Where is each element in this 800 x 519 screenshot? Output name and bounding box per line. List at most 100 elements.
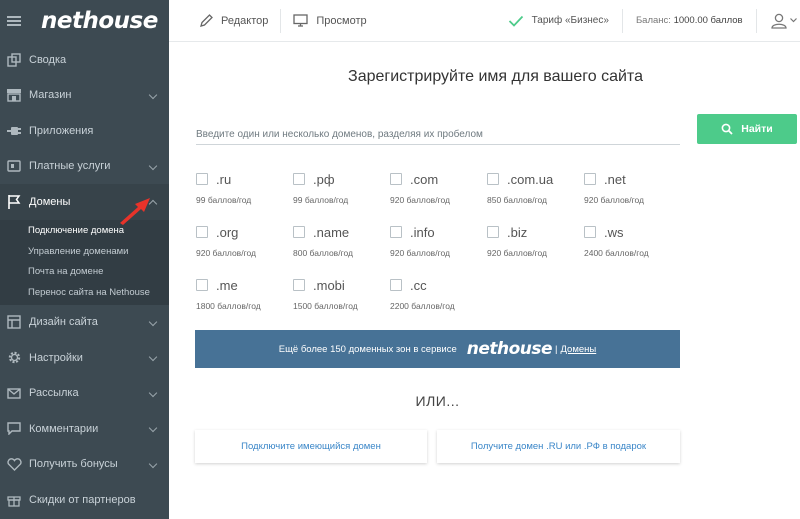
checkbox[interactable] <box>196 173 208 185</box>
chevron-down-icon <box>789 18 797 23</box>
submenu-item-domain-mail[interactable]: Почта на домене <box>0 262 169 283</box>
sidebar-item-label: Сводка <box>29 53 67 66</box>
checkbox[interactable] <box>196 226 208 238</box>
domain-name: .mobi <box>313 277 345 293</box>
checkbox[interactable] <box>390 279 402 291</box>
checkbox[interactable] <box>487 173 499 185</box>
pencil-icon <box>200 14 213 27</box>
domain-name: .com.ua <box>507 171 554 187</box>
domain-name: .info <box>410 224 435 240</box>
domain-option[interactable]: .ru 99 баллов/год <box>196 169 286 205</box>
balance-info: Баланс: 1000.00 баллов <box>636 0 743 42</box>
find-button[interactable]: Найти <box>697 114 797 144</box>
or-divider-text: ИЛИ... <box>415 393 460 409</box>
sidebar-item-paid-services[interactable]: Платные услуги <box>0 149 169 185</box>
preview-button[interactable]: Просмотр <box>293 0 367 42</box>
sidebar-item-label: Настройки <box>29 351 83 364</box>
user-menu-button[interactable] <box>770 0 797 42</box>
checkmark-icon <box>508 15 524 27</box>
domain-name: .рф <box>313 171 335 187</box>
domain-option[interactable]: .org 920 баллов/год <box>196 222 286 258</box>
domain-option[interactable]: .net 920 баллов/год <box>584 169 674 205</box>
domain-name: .org <box>216 224 239 240</box>
red-arrow-annotation <box>120 198 150 225</box>
tariff-info[interactable]: Тариф «Бизнес» <box>508 0 609 42</box>
domain-option[interactable]: .ws 2400 баллов/год <box>584 222 674 258</box>
domains-submenu: Подключение домена Управление доменами П… <box>0 219 169 305</box>
domain-name: .cc <box>410 277 427 293</box>
more-zones-banner[interactable]: Ещё более 150 доменных зон в сервисе net… <box>195 330 680 368</box>
chevron-down-icon <box>148 423 158 433</box>
domain-name: .name <box>313 224 350 240</box>
domain-price: 920 баллов/год <box>390 195 450 205</box>
get-free-domain-button[interactable]: Получите домен .RU или .РФ в подарок <box>437 430 680 463</box>
checkbox[interactable] <box>487 226 499 238</box>
flag-icon <box>6 194 22 210</box>
checkbox[interactable] <box>390 226 402 238</box>
sidebar-item-comments[interactable]: Комментарии <box>0 411 169 447</box>
domain-name: .com <box>410 171 439 187</box>
domain-option[interactable]: .me 1800 баллов/год <box>196 275 286 311</box>
chevron-down-icon <box>148 459 158 468</box>
checkbox[interactable] <box>293 226 305 238</box>
domain-option[interactable]: .mobi 1500 баллов/год <box>293 275 383 311</box>
chevron-down-icon <box>148 161 158 170</box>
sidebar-item-label: Дизайн сайта <box>29 316 98 329</box>
sidebar-item-label: Платные услуги <box>29 160 111 173</box>
checkbox[interactable] <box>196 279 208 291</box>
checkbox[interactable] <box>293 279 305 291</box>
logo[interactable]: nethouse <box>41 8 158 34</box>
submenu-item-transfer-site[interactable]: Перенос сайта на Nethouse <box>0 282 169 303</box>
banner-logo: nethouse <box>466 339 553 359</box>
banner-separator: | <box>555 343 558 355</box>
banner-text: Ещё более 150 доменных зон в сервисе <box>278 343 457 355</box>
domains-service-link[interactable]: Домены <box>561 344 597 355</box>
domain-option[interactable]: .рф 99 баллов/год <box>293 169 383 205</box>
domain-name: .biz <box>507 224 528 240</box>
domain-option[interactable]: .com.ua 850 баллов/год <box>487 169 577 205</box>
domain-option[interactable]: .name 800 баллов/год <box>293 222 383 258</box>
sidebar-item-site-design[interactable]: Дизайн сайта <box>0 305 169 341</box>
sidebar-item-settings[interactable]: Настройки <box>0 340 169 376</box>
header-divider <box>280 8 282 33</box>
chevron-down-icon <box>148 352 158 362</box>
monitor-icon <box>293 14 309 27</box>
sidebar-item-summary[interactable]: Сводка <box>0 42 169 78</box>
domain-option[interactable]: .cc 2200 баллов/год <box>390 275 480 311</box>
sidebar-item-mailing[interactable]: Рассылка <box>0 376 169 412</box>
chevron-down-icon <box>148 90 158 99</box>
wallet-icon <box>6 158 22 174</box>
domain-option[interactable]: .com 920 баллов/год <box>390 169 480 205</box>
sidebar-item-bonuses[interactable]: Получить бонусы <box>0 447 169 483</box>
sidebar-menu: Сводка Магазин Приложения Платные услуги… <box>0 42 169 518</box>
sidebar-item-apps[interactable]: Приложения <box>0 113 169 149</box>
checkbox[interactable] <box>584 173 596 185</box>
chevron-down-icon <box>148 317 158 326</box>
search-icon <box>721 123 733 135</box>
checkbox[interactable] <box>390 173 402 185</box>
domain-name: .ru <box>216 171 232 187</box>
domain-option[interactable]: .biz 920 баллов/год <box>487 222 577 258</box>
connect-existing-domain-button[interactable]: Подключите имеющийся домен <box>195 430 427 463</box>
sidebar-item-shop[interactable]: Магазин <box>0 78 169 114</box>
domain-price: 1800 баллов/год <box>196 301 261 311</box>
sidebar-item-label: Приложения <box>29 124 94 137</box>
sidebar-item-partner-discounts[interactable]: Скидки от партнеров <box>0 482 169 518</box>
sidebar: nethouse Сводка Магазин Приложения Платн… <box>0 0 169 519</box>
editor-button[interactable]: Редактор <box>200 0 268 42</box>
menu-icon[interactable] <box>7 16 21 26</box>
checkbox[interactable] <box>584 226 596 238</box>
domain-name: .net <box>604 171 626 187</box>
domain-option[interactable]: .info 920 баллов/год <box>390 222 480 258</box>
comment-icon <box>6 421 22 437</box>
heart-icon <box>6 456 22 472</box>
domain-price: 920 баллов/год <box>584 195 644 205</box>
submenu-item-manage-domains[interactable]: Управление доменами <box>0 241 169 262</box>
domain-search-input[interactable] <box>196 125 680 145</box>
domain-price: 2200 баллов/год <box>390 301 455 311</box>
gift-icon <box>6 492 22 508</box>
checkbox[interactable] <box>293 173 305 185</box>
sidebar-item-label: Получить бонусы <box>29 458 118 471</box>
gear-icon <box>6 350 22 366</box>
plugin-icon <box>6 123 22 139</box>
